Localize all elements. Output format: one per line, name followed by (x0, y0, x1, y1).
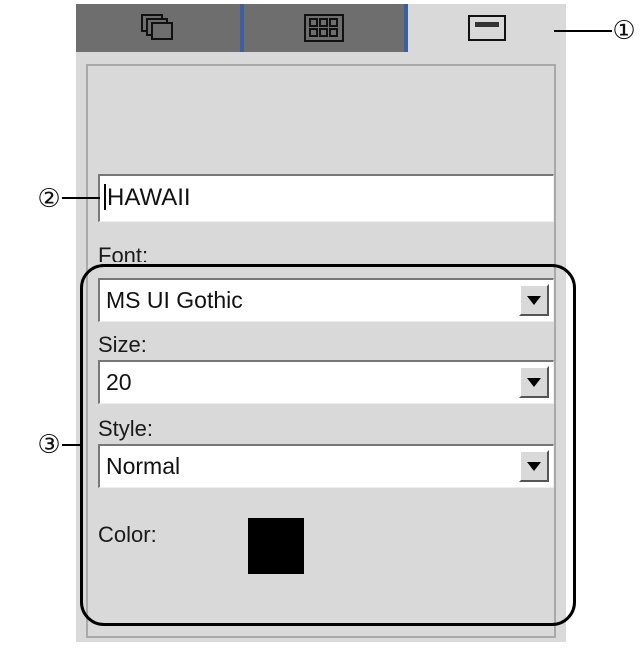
tab-layers[interactable] (76, 4, 244, 52)
tab-text-frame[interactable] (408, 4, 566, 52)
tab-bar (76, 4, 566, 52)
text-input-value: HAWAII (107, 184, 191, 211)
callout-3-box (80, 264, 576, 626)
text-caret (104, 184, 106, 210)
grid-icon (303, 13, 345, 43)
callout-2: ② (37, 183, 61, 213)
callout-1: ① (612, 15, 636, 45)
callout-3: ③ (37, 429, 61, 459)
screen: HAWAII Font: MS UI Gothic Size: 20 Style… (0, 0, 640, 648)
layers-icon (140, 13, 176, 43)
callout-1-line (554, 30, 612, 32)
tab-grid[interactable] (244, 4, 408, 52)
text-input[interactable]: HAWAII (98, 174, 554, 222)
callout-3-line (62, 444, 80, 446)
text-frame-icon (467, 14, 507, 42)
font-label: Font: (98, 244, 149, 262)
callout-2-line (62, 197, 100, 199)
